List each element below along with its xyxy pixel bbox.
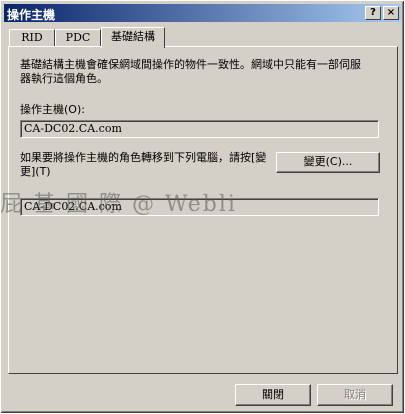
tab-rid[interactable]: RID: [9, 29, 55, 46]
close-button[interactable]: ×: [383, 6, 399, 20]
close-dialog-button[interactable]: 關閉: [235, 384, 311, 406]
infrastructure-panel: 基礎結構主機會確保網域間操作的物件一致性。網域中只能有一部伺服器執行這個角色。 …: [8, 46, 398, 374]
close-icon: ×: [386, 7, 396, 18]
cancel-button[interactable]: 取消: [317, 384, 393, 406]
operations-master-dialog: 操作主機 ? × RID PDC 基礎結構 基礎結構主機會確保網域間操作的物件一…: [0, 0, 405, 414]
help-button[interactable]: ?: [365, 6, 381, 20]
role-description: 基礎結構主機會確保網域間操作的物件一致性。網域中只能有一部伺服器執行這個角色。: [20, 58, 361, 85]
title-bar[interactable]: 操作主機 ? ×: [4, 4, 401, 22]
operations-master-field[interactable]: CA-DC02.CA.com: [20, 120, 379, 138]
target-computer-field[interactable]: CA-DC02.CA.com: [20, 198, 379, 216]
window-title: 操作主機: [7, 8, 56, 22]
operations-master-label: 操作主機(O):: [20, 103, 85, 116]
tab-infrastructure[interactable]: 基礎結構: [101, 27, 165, 48]
change-button[interactable]: 變更(C)...: [276, 152, 380, 173]
transfer-instructions: 如果要將操作主機的角色轉移到下列電腦，請按[變更](T): [20, 151, 267, 178]
tab-pdc[interactable]: PDC: [55, 29, 101, 46]
help-icon: ?: [370, 7, 376, 18]
